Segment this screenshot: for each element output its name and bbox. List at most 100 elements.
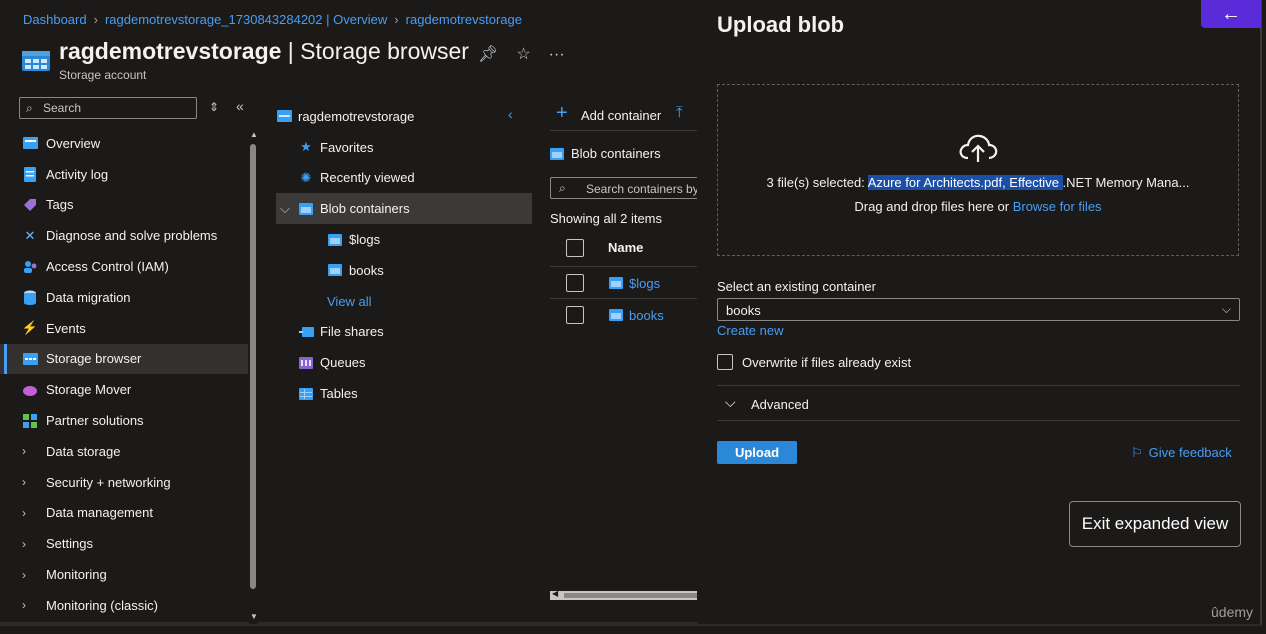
- sidebar-item-tags[interactable]: Tags: [0, 190, 248, 221]
- tree-item-queues[interactable]: Queues: [276, 347, 532, 378]
- tree-root[interactable]: ragdemotrevstorage: [276, 101, 532, 132]
- title-actions: 📌︎ ☆ ···: [478, 44, 583, 64]
- database-icon: [22, 289, 38, 305]
- container-select[interactable]: books ⌵: [717, 298, 1240, 321]
- container-list-pane: + Add container ⤒ Blob containers ⌕ Sear…: [550, 100, 697, 600]
- column-name-header[interactable]: Name: [608, 240, 643, 255]
- scroll-down-icon[interactable]: ▼: [250, 612, 258, 621]
- sidebar-group-data-storage[interactable]: › Data storage: [0, 436, 248, 467]
- container-icon: [298, 202, 314, 216]
- sidebar-item-storage-browser[interactable]: Storage browser: [0, 343, 248, 375]
- chevron-right-icon: ›: [394, 12, 399, 27]
- table-icon: [298, 387, 314, 401]
- star-icon[interactable]: ☆: [516, 46, 530, 63]
- container-icon: [609, 277, 623, 289]
- container-icon: [327, 263, 343, 277]
- file-share-icon: [298, 325, 314, 339]
- scrollbar-thumb[interactable]: [564, 593, 697, 598]
- scroll-up-icon[interactable]: ▲: [250, 130, 258, 139]
- sidebar-group-security-networking[interactable]: › Security + networking: [0, 467, 248, 498]
- sidebar-nav: Overview Activity log Tags ✕ Diagnose and…: [0, 128, 248, 621]
- sidebar-group-data-management[interactable]: › Data management: [0, 498, 248, 529]
- sidebar-item-diagnose[interactable]: ✕ Diagnose and solve problems: [0, 220, 248, 251]
- back-arrow-icon[interactable]: ←: [1201, 0, 1261, 28]
- pin-icon[interactable]: 📌︎: [478, 46, 498, 63]
- storage-icon: [22, 351, 38, 367]
- collapse-sidebar-icon[interactable]: «: [236, 98, 244, 114]
- lightning-icon: ⚡: [21, 320, 39, 336]
- chevron-right-icon: ›: [22, 505, 26, 520]
- file-drop-zone[interactable]: [717, 84, 1239, 256]
- scroll-left-icon[interactable]: ◀: [552, 589, 558, 598]
- add-container-button[interactable]: Add container: [581, 108, 661, 123]
- cloud-upload-icon: [959, 134, 998, 162]
- sidebar-item-partner-solutions[interactable]: Partner solutions: [0, 405, 248, 436]
- divider: [717, 420, 1240, 421]
- advanced-section-toggle[interactable]: ⌵ Advanced: [717, 393, 1240, 419]
- add-icon: +: [556, 102, 568, 124]
- gear-icon: ✺: [300, 169, 312, 185]
- sidebar-search-input[interactable]: ⌕ Search: [19, 97, 197, 119]
- sidebar-scrollbar[interactable]: ▲ ▼: [249, 128, 258, 624]
- partner-icon: [22, 413, 38, 429]
- cloud-mover-icon: [22, 382, 38, 398]
- sidebar-item-storage-mover[interactable]: Storage Mover: [0, 374, 248, 405]
- selected-files-text: 3 file(s) selected: Azure for Architects…: [766, 175, 1190, 190]
- breadcrumb: Dashboard › ragdemotrevstorage_17308432842…: [23, 12, 522, 27]
- star-icon: ★: [300, 139, 312, 155]
- tree-item-file-shares[interactable]: File shares: [276, 317, 532, 348]
- sidebar-item-events[interactable]: ⚡ Events: [0, 313, 248, 344]
- select-all-checkbox[interactable]: [566, 239, 584, 257]
- browse-files-link[interactable]: Browse for files: [1013, 199, 1102, 214]
- queue-icon: [298, 356, 314, 370]
- exit-expanded-view-button[interactable]: Exit expanded view: [1069, 501, 1241, 547]
- scrollbar-thumb[interactable]: [250, 144, 256, 589]
- chevron-right-icon: ›: [22, 567, 26, 582]
- tree-item-recently-viewed[interactable]: ✺ Recently viewed: [276, 163, 532, 194]
- row-checkbox[interactable]: [566, 274, 584, 292]
- middle-toolbar: + Add container ⤒: [550, 100, 697, 131]
- horizontal-scrollbar[interactable]: ◀: [550, 589, 697, 600]
- table-row[interactable]: books: [550, 299, 697, 330]
- tree-item-favorites[interactable]: ★ Favorites: [276, 132, 532, 163]
- storage-tree: ragdemotrevstorage ★ Favorites ✺ Recently …: [276, 101, 532, 409]
- sidebar-group-settings[interactable]: › Settings: [0, 528, 248, 559]
- tree-item-books[interactable]: books: [276, 255, 532, 286]
- sidebar-item-overview[interactable]: Overview: [0, 128, 248, 159]
- container-link-logs[interactable]: $logs: [629, 276, 660, 291]
- sidebar-item-activity-log[interactable]: Activity log: [0, 159, 248, 190]
- container-search-input[interactable]: ⌕ Search containers by: [550, 177, 697, 199]
- tree-item-logs[interactable]: $logs: [276, 224, 532, 255]
- upload-icon[interactable]: ⤒: [676, 104, 683, 121]
- view-all-link[interactable]: View all: [276, 286, 532, 317]
- divider: [717, 385, 1240, 386]
- table-row[interactable]: $logs: [550, 267, 697, 299]
- give-feedback-link[interactable]: ⚐ Give feedback: [1131, 445, 1232, 461]
- chevron-down-icon: ⌵: [1221, 302, 1231, 316]
- container-icon: [550, 147, 564, 160]
- chevron-right-icon: ›: [93, 12, 98, 27]
- container-icon: [327, 233, 343, 247]
- sidebar-item-iam[interactable]: Access Control (IAM): [0, 251, 248, 282]
- page-subtitle: Storage account: [59, 68, 147, 82]
- chevron-right-icon: ›: [22, 475, 26, 490]
- more-icon[interactable]: ···: [549, 46, 565, 63]
- tag-icon: [22, 197, 38, 213]
- chevron-right-icon: ›: [22, 444, 26, 459]
- create-new-link[interactable]: Create new: [717, 323, 783, 338]
- container-link-books[interactable]: books: [629, 308, 664, 323]
- breadcrumb-storage[interactable]: ragdemotrevstorage: [406, 12, 522, 27]
- sidebar-group-monitoring[interactable]: › Monitoring: [0, 559, 248, 590]
- tree-item-blob-containers[interactable]: ⌵ Blob containers: [276, 193, 532, 225]
- item-count: Showing all 2 items: [550, 211, 662, 226]
- tree-item-tables[interactable]: Tables: [276, 378, 532, 409]
- sidebar-item-data-migration[interactable]: Data migration: [0, 282, 248, 313]
- upload-button[interactable]: Upload: [717, 441, 797, 464]
- breadcrumb-dashboard[interactable]: Dashboard: [23, 12, 87, 27]
- overwrite-checkbox[interactable]: [717, 354, 733, 370]
- breadcrumb-overview[interactable]: ragdemotrevstorage_1730843284202 | Overv…: [105, 12, 387, 27]
- sidebar-group-monitoring-classic[interactable]: › Monitoring (classic): [0, 590, 248, 621]
- container-select-label: Select an existing container: [717, 279, 876, 294]
- sort-icon[interactable]: ⇕: [209, 100, 219, 114]
- row-checkbox[interactable]: [566, 306, 584, 324]
